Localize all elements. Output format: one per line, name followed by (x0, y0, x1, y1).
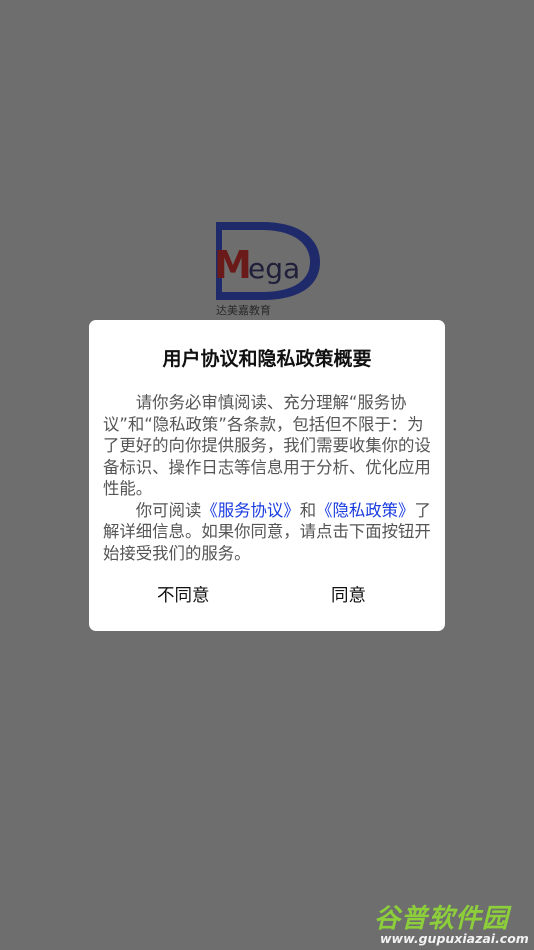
dialog-paragraph-2: 你可阅读《服务协议》和《隐私政策》了解详细信息。如果你同意，请点击下面按钮开始接… (103, 500, 433, 565)
and-text: 和 (299, 500, 317, 520)
dialog-paragraph-1: 请你务必审慎阅读、充分理解“服务协议”和“隐私政策”各条款，包括但不限于：为了更… (103, 393, 431, 498)
dialog-body: 请你务必审慎阅读、充分理解“服务协议”和“隐私政策”各条款，包括但不限于：为了更… (103, 392, 433, 564)
privacy-policy-link[interactable]: 《隐私政策》 (316, 501, 414, 520)
site-watermark: 谷普软件园 www.gupuxiazai.com (374, 898, 534, 950)
paragraph-2-prefix: 你可阅读 (135, 500, 202, 520)
watermark-title: 谷普软件园 (374, 904, 510, 934)
app-logo: M ega 达美嘉教育 (212, 218, 324, 320)
svg-text:ega: ega (248, 252, 300, 285)
privacy-dialog: 用户协议和隐私政策概要 请你务必审慎阅读、充分理解“服务协议”和“隐私政策”各条… (89, 320, 445, 631)
logo-caption: 达美嘉教育 (216, 304, 271, 317)
mega-logo-icon: M ega (214, 222, 320, 300)
dialog-title: 用户协议和隐私政策概要 (162, 348, 372, 370)
svg-text:M: M (214, 243, 252, 287)
disagree-button[interactable]: 不同意 (157, 582, 210, 607)
agree-button[interactable]: 同意 (331, 582, 366, 607)
service-agreement-link[interactable]: 《服务协议》 (201, 501, 299, 520)
watermark-url: www.gupuxiazai.com (380, 931, 529, 946)
